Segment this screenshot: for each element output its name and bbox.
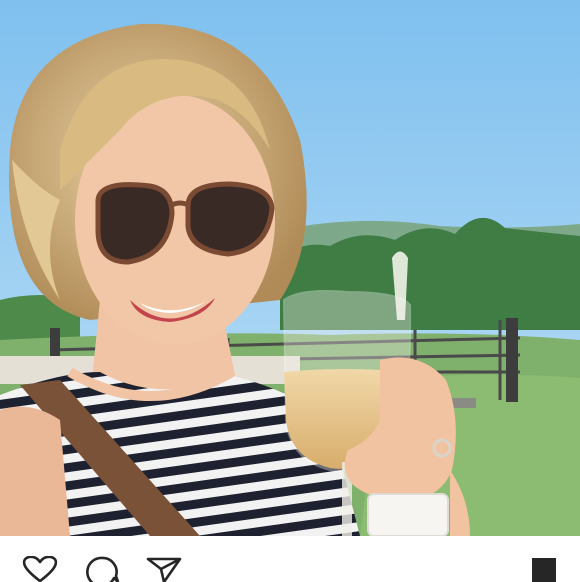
- post-actions-bar: [0, 536, 580, 582]
- comment-bubble-icon: [86, 556, 120, 582]
- like-button[interactable]: [20, 556, 60, 582]
- heart-icon: [22, 556, 58, 582]
- post-photo[interactable]: [0, 0, 580, 536]
- comment-button[interactable]: [82, 556, 122, 582]
- save-button[interactable]: [524, 556, 564, 582]
- share-button[interactable]: [144, 556, 184, 582]
- instagram-post: [0, 0, 580, 582]
- selfie-with-wine-glass-photo: [0, 0, 580, 536]
- paper-plane-icon: [146, 557, 182, 582]
- bookmark-icon: [532, 558, 556, 582]
